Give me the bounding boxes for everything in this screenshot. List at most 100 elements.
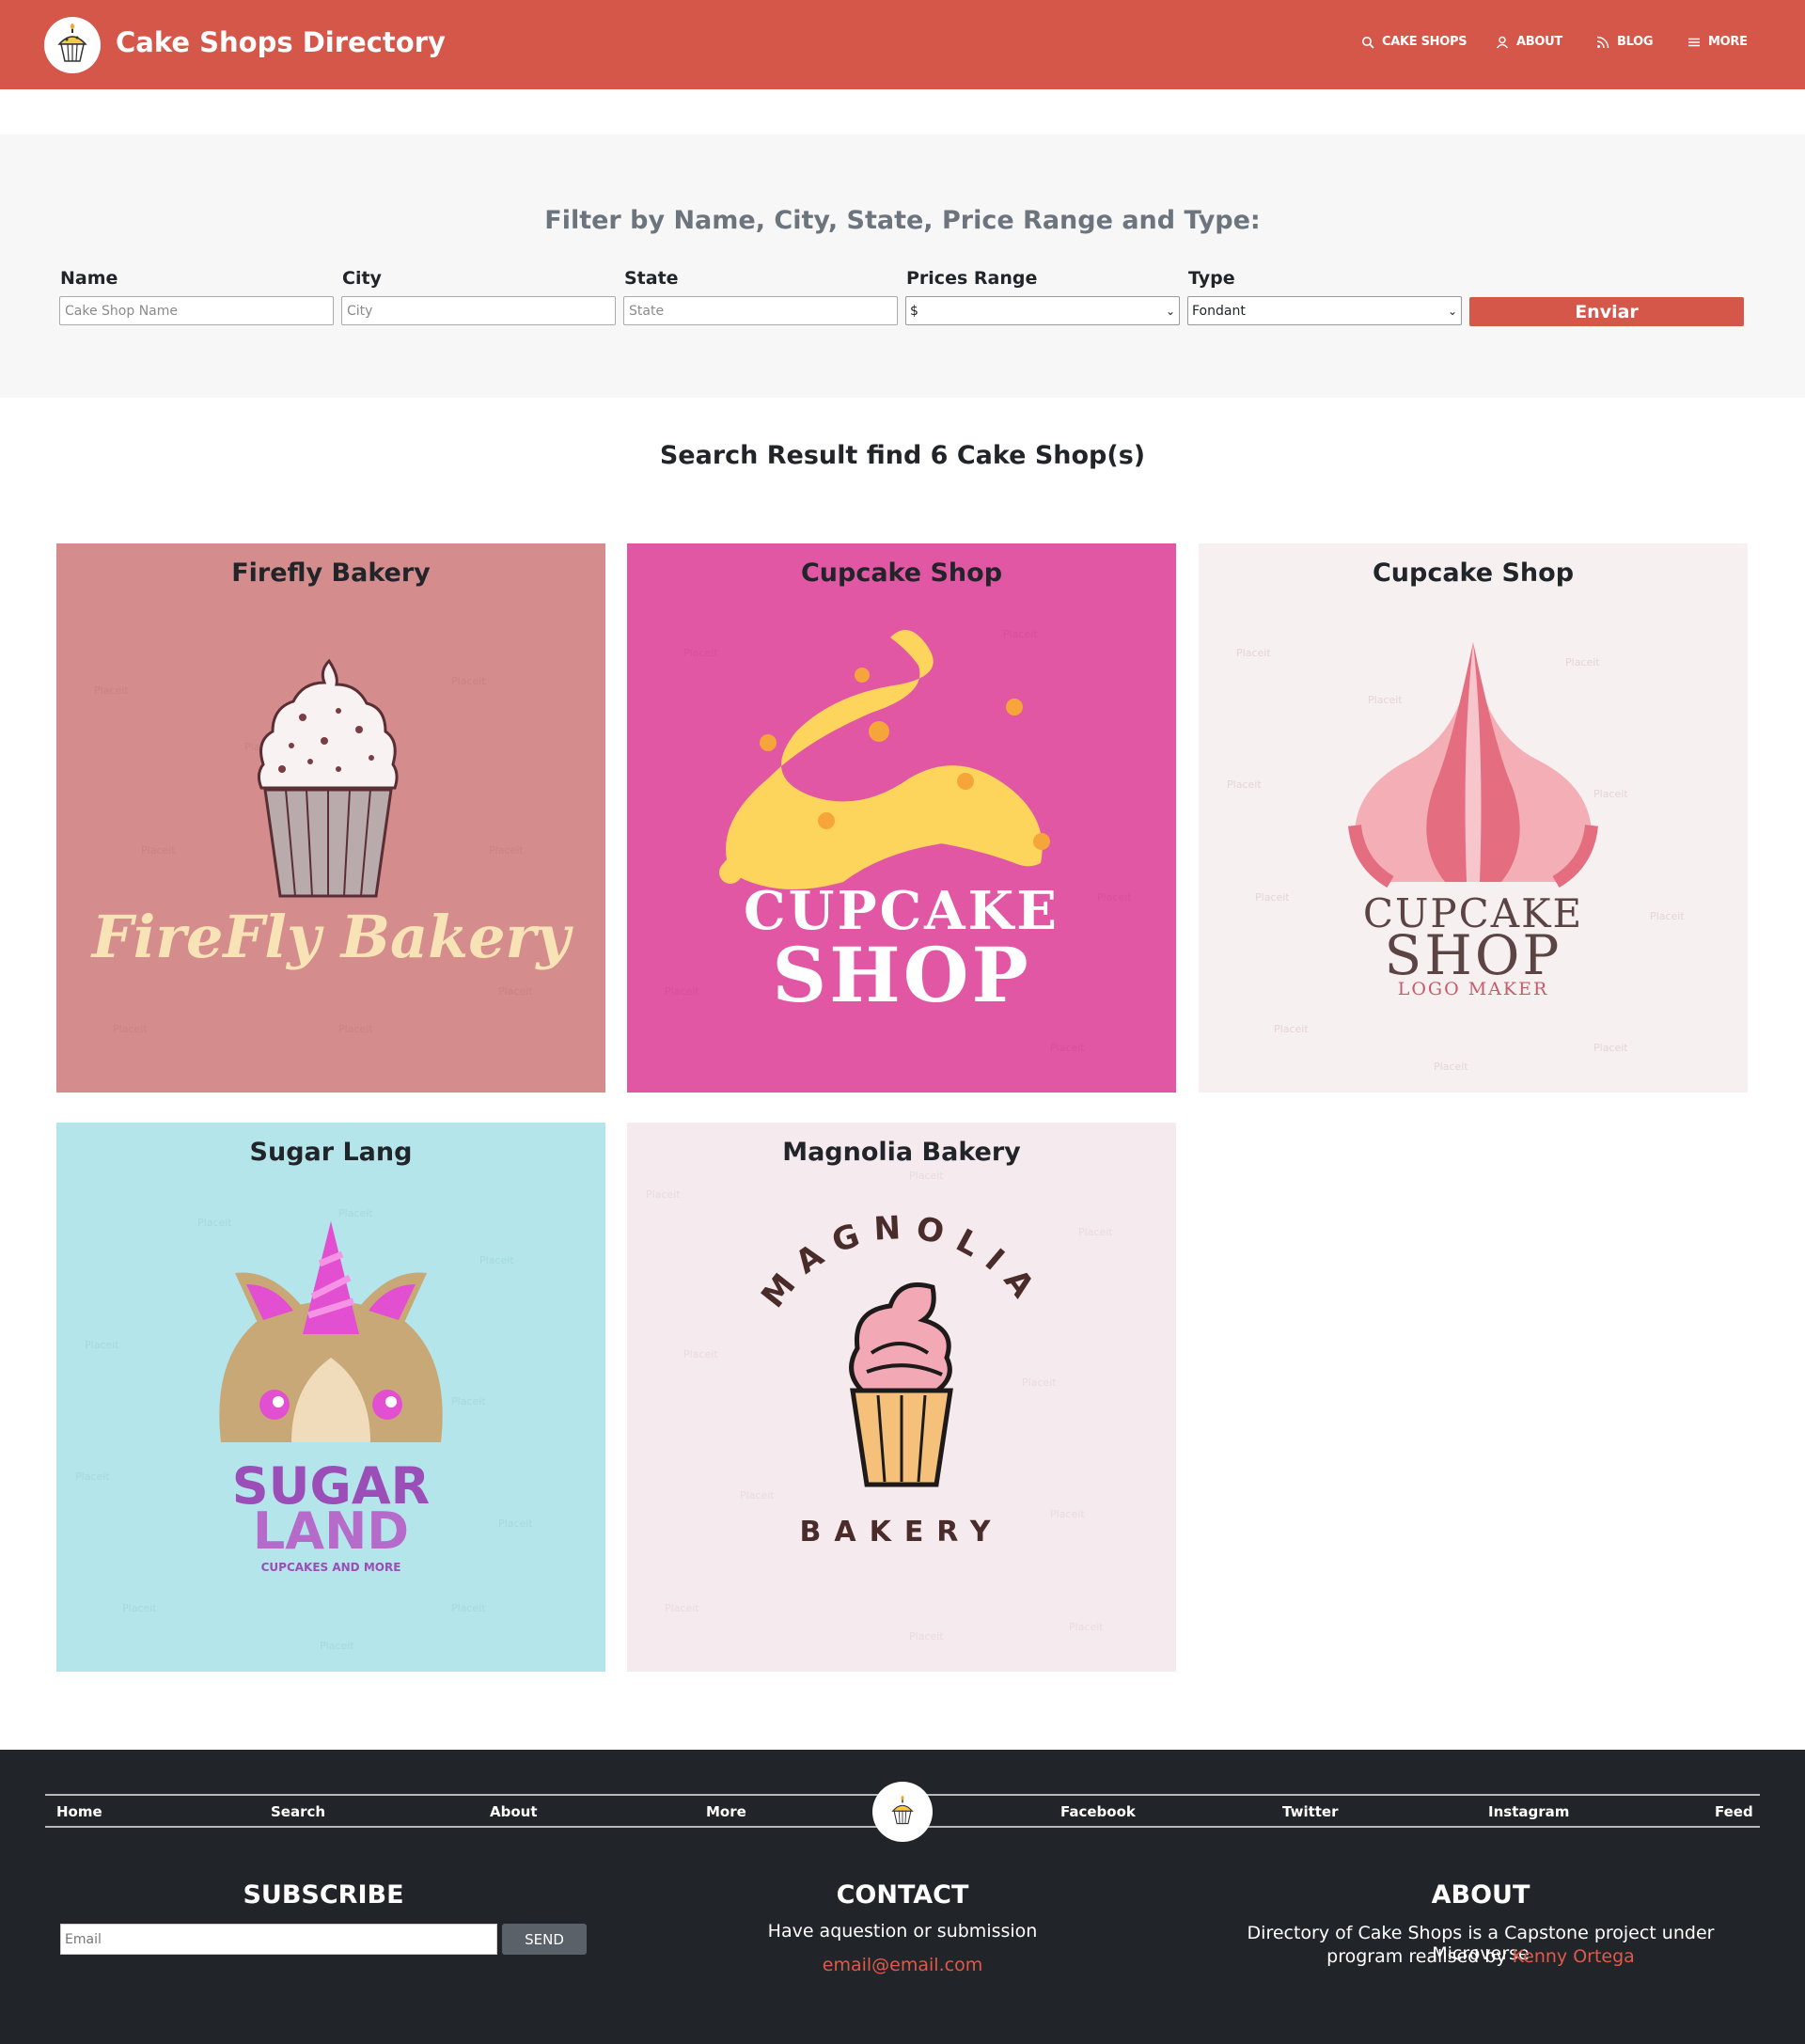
type-select[interactable]: Fondant ⌄ (1187, 296, 1462, 325)
svg-text:Placeit: Placeit (479, 1254, 514, 1266)
state-label: State (624, 268, 679, 289)
price-range-select[interactable]: $ ⌄ (905, 296, 1180, 325)
shop-card-magnolia-bakery[interactable]: Placeit Placeit Placeit Placeit Placeit Plac… (627, 1123, 1176, 1672)
nav-item-cake-shops[interactable]: CAKE SHOPS (1361, 35, 1468, 49)
footer-link-about[interactable]: About (490, 1803, 538, 1820)
user-icon (1496, 36, 1509, 48)
subscribe-email-input[interactable] (60, 1924, 497, 1955)
svg-text:Placeit: Placeit (1255, 891, 1290, 904)
card-title[interactable]: Cupcake Shop (1199, 558, 1748, 588)
svg-text:Placeit: Placeit (451, 1395, 486, 1407)
svg-text:Placeit: Placeit (1050, 1508, 1085, 1520)
shop-card-firefly-bakery[interactable]: Placeit Placeit Placeit Placeit Placeit Plac… (56, 543, 605, 1093)
magnolia-bakery-logo: Placeit Placeit Placeit Placeit Placeit Plac… (646, 1170, 1113, 1643)
shop-card-sugar-lang[interactable]: Placeit Placeit Placeit Placeit Placeit Plac… (56, 1123, 605, 1672)
rss-icon (1596, 36, 1609, 48)
nav-item-more[interactable]: MORE (1687, 35, 1748, 49)
svg-text:Placeit: Placeit (75, 1470, 110, 1483)
about-text-prefix: program realised by (1326, 1946, 1507, 1967)
svg-text:Placeit: Placeit (498, 1517, 533, 1530)
nav-item-blog[interactable]: BLOG (1596, 35, 1654, 49)
svg-text:Placeit: Placeit (451, 1602, 486, 1614)
svg-text:Placeit: Placeit (489, 844, 524, 857)
cupcake-shop-logo-maker-logo: Placeit Placeit Placeit Placeit Placeit Plac… (1227, 642, 1685, 1073)
about-text-line-2: program realised by Kenny Ortega (1199, 1946, 1763, 1967)
cupcake-logo-icon[interactable] (44, 17, 101, 73)
logo-line-2: BAKERY (799, 1516, 1003, 1549)
footer-link-instagram[interactable]: Instagram (1488, 1803, 1569, 1820)
svg-text:Placeit: Placeit (1078, 1226, 1113, 1238)
svg-text:Placeit: Placeit (113, 1023, 148, 1035)
svg-text:Placeit: Placeit (1650, 910, 1685, 922)
card-title[interactable]: Cupcake Shop (627, 558, 1176, 588)
chevron-down-icon: ⌄ (1165, 304, 1175, 318)
svg-text:Placeit: Placeit (1003, 628, 1038, 640)
svg-text:Placeit: Placeit (1593, 788, 1628, 800)
nav-item-label: CAKE SHOPS (1382, 35, 1468, 49)
logo-line-2: LAND (253, 1502, 409, 1561)
brand-title[interactable]: Cake Shops Directory (116, 26, 446, 58)
svg-text:Placeit: Placeit (909, 1630, 944, 1643)
cupcake-shop-logo: PlaceitPlaceitPlaceit PlaceitPlaceit CUP… (665, 628, 1132, 1054)
type-label: Type (1188, 268, 1235, 289)
shop-card-cupcake-shop-logo-maker[interactable]: Placeit Placeit Placeit Placeit Placeit Plac… (1199, 543, 1748, 1093)
svg-text:Placeit: Placeit (1097, 891, 1132, 904)
footer-link-twitter[interactable]: Twitter (1282, 1803, 1339, 1820)
footer-link-search[interactable]: Search (271, 1803, 325, 1820)
svg-text:Placeit: Placeit (1434, 1061, 1468, 1073)
logo-text: FireFly Bakery (90, 903, 574, 971)
price-range-label: Prices Range (906, 268, 1038, 289)
send-button[interactable]: SEND (502, 1924, 587, 1955)
svg-text:Placeit: Placeit (1368, 694, 1403, 706)
svg-text:Placeit: Placeit (197, 1217, 232, 1229)
about-heading: ABOUT (1431, 1880, 1530, 1910)
footer-cupcake-logo-icon[interactable] (872, 1782, 933, 1842)
svg-text:Placeit: Placeit (909, 1170, 944, 1182)
state-input[interactable] (623, 296, 898, 325)
nav-item-label: ABOUT (1516, 35, 1562, 49)
search-icon (1362, 36, 1374, 49)
author-link[interactable]: Kenny Ortega (1513, 1946, 1635, 1967)
nav-item-about[interactable]: ABOUT (1496, 35, 1562, 49)
name-label: Name (60, 268, 118, 289)
menu-icon (1688, 38, 1700, 46)
footer-link-facebook[interactable]: Facebook (1060, 1803, 1136, 1820)
svg-text:Placeit: Placeit (740, 1489, 775, 1502)
svg-text:Placeit: Placeit (1593, 1042, 1628, 1054)
svg-text:Placeit: Placeit (1069, 1621, 1104, 1633)
results-title: Search Result find 6 Cake Shop(s) (659, 441, 1146, 470)
logo-line-3: LOGO MAKER (1398, 979, 1549, 999)
city-label: City (342, 268, 382, 289)
svg-text:Placeit: Placeit (683, 647, 718, 659)
svg-text:Placeit: Placeit (665, 985, 699, 998)
svg-text:Placeit: Placeit (498, 985, 533, 998)
sugar-land-logo: Placeit Placeit Placeit Placeit Placeit Plac… (75, 1207, 533, 1652)
svg-text:Placeit: Placeit (338, 1023, 373, 1035)
card-title[interactable]: Magnolia Bakery (627, 1138, 1176, 1167)
card-title[interactable]: Sugar Lang (56, 1138, 605, 1167)
filter-section: Filter by Name, City, State, Price Range… (0, 134, 1805, 398)
nav-item-label: BLOG (1617, 35, 1654, 49)
chevron-down-icon: ⌄ (1447, 304, 1457, 318)
name-input[interactable] (59, 296, 334, 325)
type-value: Fondant (1192, 303, 1246, 319)
contact-email-link[interactable]: email@email.com (667, 1955, 1138, 1975)
shop-card-cupcake-shop[interactable]: Placeit Placeit Placeit Placeit Placeit CUP… (627, 543, 1176, 1093)
footer-link-more[interactable]: More (706, 1803, 746, 1820)
footer-link-home[interactable]: Home (56, 1803, 102, 1820)
svg-text:Placeit: Placeit (1236, 647, 1271, 659)
contact-text: Have aquestion or submission (767, 1921, 1038, 1942)
svg-text:Placeit: Placeit (1022, 1376, 1057, 1389)
price-range-value: $ (910, 303, 918, 319)
svg-text:Placeit: Placeit (1227, 778, 1262, 791)
submit-button[interactable]: Enviar (1469, 297, 1744, 326)
city-input[interactable] (341, 296, 616, 325)
svg-text:Placeit: Placeit (665, 1602, 699, 1614)
logo-line-3: CUPCAKES AND MORE (261, 1561, 401, 1574)
svg-text:Placeit: Placeit (1274, 1023, 1309, 1035)
logo-line-2: SHOP (1385, 923, 1562, 987)
card-title[interactable]: Firefly Bakery (56, 558, 605, 588)
subscribe-heading: SUBSCRIBE (243, 1880, 404, 1910)
footer-link-feed[interactable]: Feed (1715, 1803, 1753, 1820)
svg-text:Placeit: Placeit (122, 1602, 157, 1614)
